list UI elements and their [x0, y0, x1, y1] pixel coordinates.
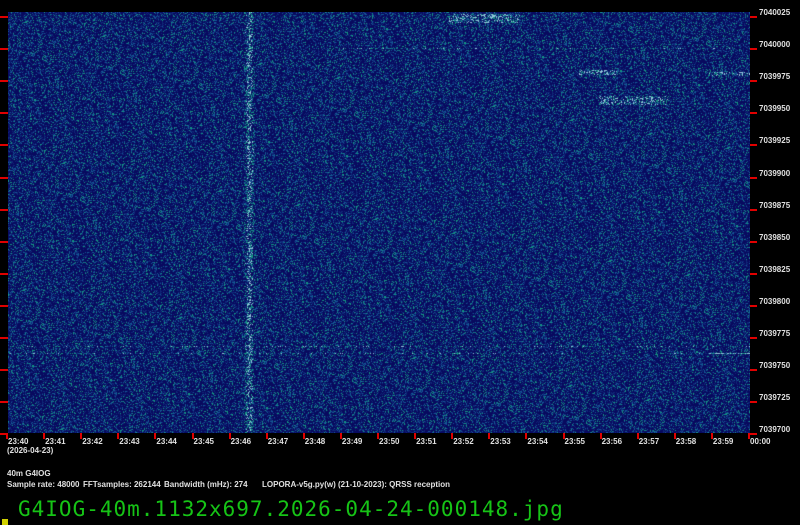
y-tick-left: [0, 337, 8, 339]
y-tick-left: [0, 48, 8, 51]
y-tick-left: [0, 16, 8, 18]
y-axis-label: 7039925: [759, 136, 791, 146]
x-axis-label: 23:57: [638, 437, 660, 446]
x-axis-label: 23:56: [601, 437, 623, 446]
y-tick-right: [750, 112, 757, 115]
y-tick-right: [750, 176, 757, 179]
x-axis-label: 23:53: [490, 437, 511, 446]
x-axis-label: 23:54: [527, 437, 548, 446]
y-tick-left: [0, 272, 8, 275]
y-tick-left: [0, 240, 8, 243]
fft-samples: FFTsamples: 262144: [83, 480, 161, 489]
date-label: (2026-04-23): [7, 446, 54, 455]
sample-rate: Sample rate: 48000: [7, 480, 80, 489]
x-axis-label: 23:51: [416, 437, 437, 446]
y-axis-label: 7039775: [759, 329, 791, 338]
y-tick-right: [750, 80, 757, 83]
y-tick-right: [750, 208, 757, 211]
y-tick-right: [750, 16, 757, 18]
y-tick-right: [750, 433, 757, 436]
station-label: 40m G4IOG: [7, 469, 51, 478]
y-tick-right: [750, 240, 757, 243]
x-axis-label: 23:49: [341, 437, 363, 446]
y-axis-label: 7039750: [759, 361, 791, 371]
x-axis-label: 23:41: [45, 437, 66, 446]
y-tick-right: [750, 304, 757, 307]
x-axis-label: 23:50: [379, 437, 400, 446]
y-tick-left: [0, 80, 8, 83]
y-tick-left: [0, 369, 8, 372]
y-axis-label: 7039875: [759, 200, 791, 210]
y-tick-right: [750, 272, 757, 275]
bandwidth: Bandwidth (mHz): 274: [164, 480, 248, 489]
y-tick-left: [0, 144, 8, 147]
y-axis-label: 7040025: [759, 8, 791, 17]
y-tick-right: [750, 337, 757, 339]
x-axis-label: 23:45: [193, 437, 214, 446]
software-info: LOPORA-v5g.py(w) (21-10-2023): QRSS rece…: [262, 480, 451, 489]
spectrogram-waterfall: [8, 12, 750, 433]
x-axis-label: 23:59: [712, 437, 734, 446]
y-tick-right: [750, 48, 757, 51]
y-axis-label: 7039900: [759, 168, 791, 178]
corner-marker: [2, 519, 8, 525]
y-axis-label: 7039725: [759, 393, 791, 403]
y-tick-right: [750, 369, 757, 372]
x-axis-label: 23:47: [267, 437, 289, 446]
y-tick-left: [0, 112, 8, 115]
x-axis-label: 23:52: [453, 437, 474, 446]
y-tick-left: [0, 401, 8, 404]
filename-caption: G4IOG-40m.1132x697.2026-04-24-000148.jpg: [18, 497, 564, 521]
y-axis-label: 7039850: [759, 232, 791, 242]
x-axis-label: 23:40: [8, 437, 29, 446]
x-axis-label: 23:43: [119, 437, 140, 446]
y-tick-right: [750, 401, 757, 404]
y-tick-left: [0, 176, 8, 179]
x-axis-label: 23:44: [156, 437, 177, 446]
x-axis-label: 23:58: [675, 437, 697, 446]
y-axis-label: 7039950: [759, 104, 791, 114]
y-tick-left: [0, 304, 8, 307]
y-axis-label: 7039800: [759, 296, 791, 306]
x-axis-label: 23:55: [564, 437, 585, 446]
x-axis-label: 23:48: [304, 437, 326, 446]
y-axis-label: 7039700: [759, 425, 791, 435]
y-axis-label: 7040000: [759, 40, 791, 50]
y-tick-right: [750, 144, 757, 147]
y-axis-label: 7039975: [759, 72, 791, 82]
y-tick-left: [0, 208, 8, 211]
x-axis-label: 23:42: [82, 437, 103, 446]
x-axis-label: 00:00: [750, 437, 771, 446]
x-axis-label: 23:46: [230, 437, 252, 446]
y-axis-label: 7039825: [759, 264, 791, 274]
